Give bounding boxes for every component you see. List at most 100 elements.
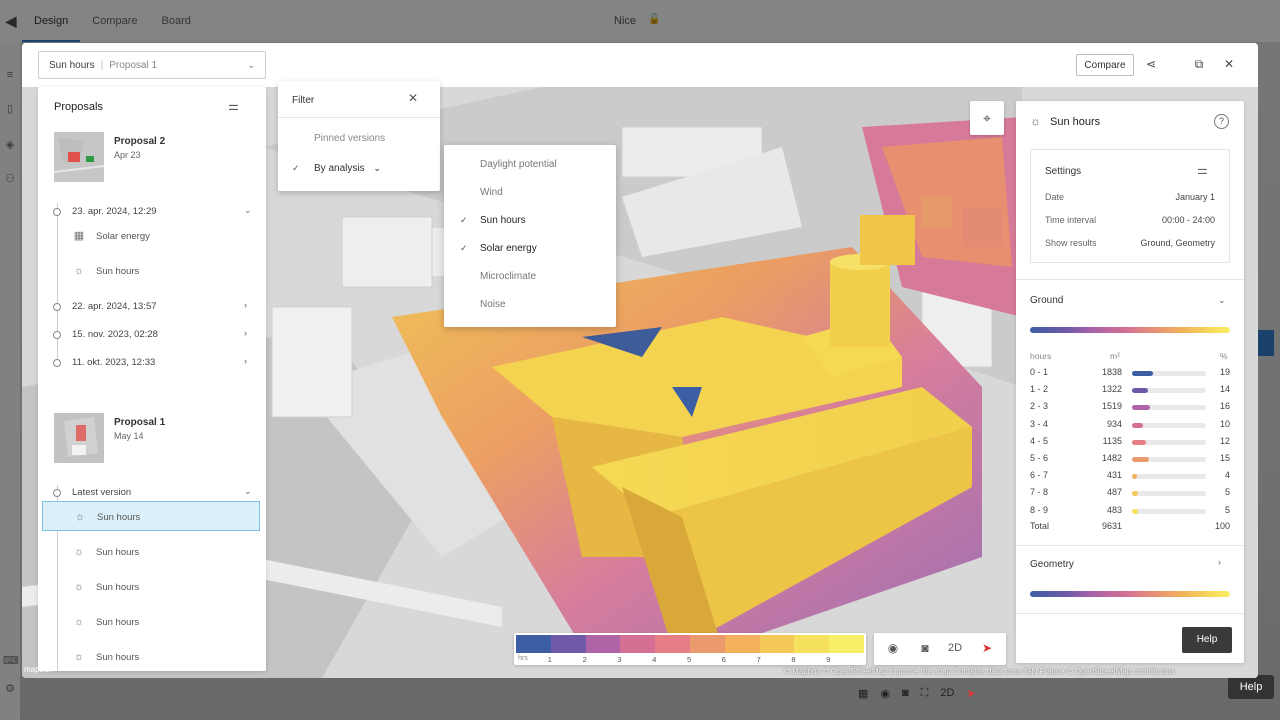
- close-icon[interactable]: ✕: [408, 91, 418, 105]
- filter-option-pinned-versions[interactable]: Pinned versions: [314, 133, 385, 144]
- area-value: 487: [1106, 487, 1122, 498]
- proposal-name: Proposal 1: [114, 417, 166, 428]
- share-icon[interactable]: ⋖: [1142, 55, 1160, 73]
- analysis-item-label: Solar energy: [96, 231, 150, 242]
- sun-icon: ☼: [1030, 114, 1041, 128]
- proposal-name: Proposal 2: [114, 136, 166, 147]
- analysis-modal: Sun hours | Proposal 1 ⌄ Compare ⋖ ⧉ ✕ P…: [22, 43, 1258, 678]
- settings-sliders-icon[interactable]: ⚌: [1197, 163, 1208, 177]
- mode-2d-button[interactable]: 2D: [944, 642, 966, 654]
- proposal-card-2[interactable]: Proposal 2 Apr 23: [54, 132, 254, 182]
- camera-icon[interactable]: ◙: [914, 641, 936, 655]
- area-value: 1135: [1102, 435, 1122, 446]
- grid-icon[interactable]: ▦: [858, 687, 868, 700]
- filter-popup: Filter ✕ Pinned versions ✓ By analysis ⌄: [278, 81, 440, 191]
- analysis-item-sun-hours[interactable]: ☼ Sun hours: [42, 642, 260, 671]
- area-value: 934: [1106, 418, 1122, 429]
- area-value: 1519: [1101, 401, 1122, 412]
- map-attribution[interactable]: © Mapbox © OpenStreetMap Improve this ma…: [784, 667, 1175, 676]
- total-label: Total: [1030, 521, 1050, 531]
- background-view-toolbar: ▦ ◉ ◙ ⛶ 2D ➤: [858, 678, 976, 708]
- filter-sliders-icon[interactable]: ⚌: [228, 99, 239, 113]
- compare-button[interactable]: Compare: [1076, 54, 1134, 76]
- analysis-item-label: Sun hours: [96, 652, 140, 663]
- legend-unit: hrs: [518, 655, 528, 662]
- view-select-proposal: Proposal 1: [109, 59, 158, 71]
- camera-icon[interactable]: ◙: [902, 687, 909, 699]
- stats-header-percent: %: [1220, 351, 1228, 361]
- ground-section-title[interactable]: Ground: [1030, 295, 1063, 306]
- percent-value: 15: [1219, 453, 1230, 463]
- percent-value: 16: [1219, 401, 1230, 412]
- background-help-button[interactable]: Help: [1228, 675, 1274, 699]
- setting-label: Date: [1045, 192, 1065, 202]
- version-row[interactable]: 11. okt. 2023, 12:33 ›: [38, 349, 266, 377]
- analysis-option-daylight-potential[interactable]: Daylight potential: [480, 159, 557, 170]
- geometry-section-title[interactable]: Geometry: [1030, 559, 1074, 570]
- hours-range: 5 - 6: [1030, 453, 1049, 463]
- eye-icon[interactable]: ◉: [880, 687, 890, 700]
- focus-icon[interactable]: ⛶: [921, 687, 929, 700]
- chevron-right-icon[interactable]: ›: [1218, 557, 1221, 567]
- version-label: 15. nov. 2023, 02:28: [72, 329, 158, 340]
- chevron-down-icon[interactable]: ⌄: [1218, 295, 1226, 306]
- proposal-date: May 14: [114, 431, 144, 441]
- analysis-view-select[interactable]: Sun hours | Proposal 1 ⌄: [38, 51, 266, 79]
- analysis-item-sun-hours[interactable]: ☼ Sun hours: [42, 572, 260, 602]
- modal-header: Sun hours | Proposal 1 ⌄ Compare ⋖ ⧉ ✕: [22, 43, 1258, 87]
- legend-swatch: [516, 635, 552, 653]
- analysis-item-sun-hours-selected[interactable]: ☼ Sun hours: [42, 501, 260, 531]
- analysis-option-microclimate[interactable]: Microclimate: [480, 271, 536, 282]
- help-button[interactable]: Help: [1182, 627, 1232, 653]
- setting-label: Time interval: [1045, 215, 1097, 225]
- version-row[interactable]: 15. nov. 2023, 02:28 ›: [38, 321, 266, 349]
- compass-icon[interactable]: ➤: [966, 687, 975, 700]
- version-label: 11. okt. 2023, 12:33: [72, 357, 156, 368]
- timeline-dot: [53, 489, 61, 497]
- open-external-icon[interactable]: ⧉: [1190, 55, 1208, 73]
- hours-range: 3 - 4: [1030, 418, 1049, 429]
- proposal-thumbnail: [54, 132, 104, 182]
- hours-range: 7 - 8: [1030, 487, 1049, 498]
- geometry-gradient-bar: [1030, 591, 1230, 597]
- total-area: 9631: [1101, 521, 1122, 531]
- legend-tick-label: 4: [652, 655, 657, 664]
- sun-icon: ☼: [73, 581, 85, 593]
- percent-value: 14: [1219, 384, 1230, 395]
- results-panel: ☼ Sun hours ? Settings ⚌ Date January 1 …: [1016, 101, 1244, 663]
- hours-range: 0 - 1: [1030, 367, 1049, 377]
- help-circle-icon[interactable]: ?: [1214, 114, 1229, 129]
- close-icon[interactable]: ✕: [1220, 55, 1238, 73]
- proposals-panel: Proposals ⚌ Proposal 2 Apr 23 23. apr. 2…: [38, 87, 266, 671]
- percent-value: 4: [1224, 470, 1230, 481]
- settings-title: Settings: [1045, 166, 1082, 177]
- analysis-option-wind[interactable]: Wind: [480, 187, 503, 198]
- legend-swatch: [585, 635, 621, 653]
- analysis-item-solar-energy[interactable]: ▦ Solar energy: [42, 221, 260, 251]
- analysis-item-label: Sun hours: [96, 547, 140, 558]
- analysis-item-sun-hours[interactable]: ☼ Sun hours: [42, 537, 260, 567]
- analysis-item-sun-hours[interactable]: ☼ Sun hours: [42, 607, 260, 637]
- percent-value: 19: [1219, 367, 1230, 377]
- chevron-down-icon: ⌄: [244, 486, 252, 496]
- version-row[interactable]: 22. apr. 2024, 13:57 ›: [38, 293, 266, 321]
- compass-icon[interactable]: ➤: [976, 641, 998, 655]
- analysis-option-sun-hours[interactable]: Sun hours: [480, 215, 526, 226]
- version-label: 23. apr. 2024, 12:29: [72, 206, 157, 217]
- analysis-option-solar-energy[interactable]: Solar energy: [480, 243, 537, 254]
- divider: [1016, 279, 1244, 280]
- percent-bar-track: [1132, 371, 1206, 376]
- percent-bar-track: [1132, 439, 1206, 445]
- filter-option-by-analysis[interactable]: By analysis ⌄: [314, 163, 381, 174]
- mode-2d-button[interactable]: 2D: [940, 687, 954, 699]
- setting-label: Show results: [1045, 238, 1097, 248]
- eye-icon[interactable]: ◉: [882, 641, 904, 655]
- mapbox-logo[interactable]: mapbox: [24, 665, 52, 674]
- analysis-option-noise[interactable]: Noise: [480, 299, 506, 310]
- analysis-item-sun-hours[interactable]: ☼ Sun hours: [42, 256, 260, 286]
- area-value: 483: [1106, 504, 1122, 515]
- sun-hours-legend: 1 2 3 4 5 6 7 8 9 hrs: [514, 633, 866, 665]
- locate-icon[interactable]: ⌖: [970, 101, 1004, 135]
- legend-tick-label: 9: [826, 655, 831, 664]
- proposal-card-1[interactable]: Proposal 1 May 14: [54, 413, 254, 463]
